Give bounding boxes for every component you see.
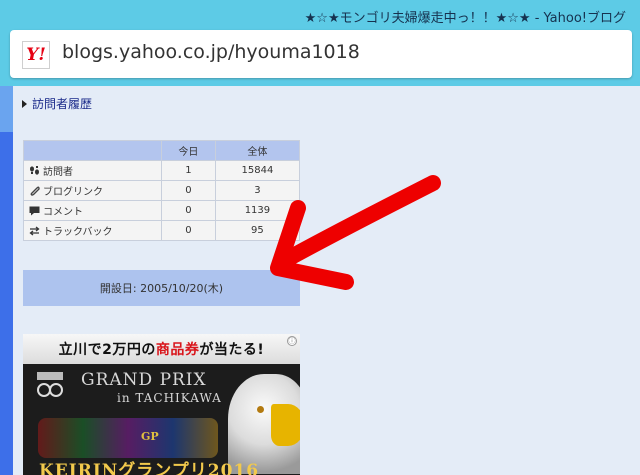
side-strip-highlight [0, 86, 13, 132]
row-today: 1 [161, 160, 216, 181]
visitor-history-link[interactable]: 訪問者履歴 [22, 95, 92, 112]
blog-page: 訪問者履歴 今日 全体 訪問者 1 15844 ブログリンク 0 3 コメント … [0, 86, 640, 475]
row-label: ブログリンク [23, 180, 162, 201]
row-today: 0 [161, 200, 216, 221]
eagle-eye [257, 406, 264, 413]
visitor-history-label: 訪問者履歴 [32, 97, 93, 111]
table-row: ブログリンク 0 3 [23, 180, 301, 201]
row-label: コメント [23, 200, 162, 221]
ad-info-icon[interactable]: ⓘ [287, 336, 297, 346]
browser-chrome: ★☆★モンゴリ夫婦爆走中っ！！★☆★ - Yahoo!ブログ Y! blogs.… [0, 0, 640, 86]
row-label: 訪問者 [23, 160, 162, 181]
column-header-today: 今日 [161, 140, 216, 161]
established-date: 開設日: 2005/10/20(木) [23, 270, 300, 306]
row-total: 1139 [214, 200, 301, 221]
ad-title: GRAND PRIX [81, 370, 207, 390]
table-row: 訪問者 1 15844 [23, 160, 301, 181]
row-today: 0 [161, 220, 216, 241]
side-strip [0, 86, 13, 475]
keirin-ad-banner[interactable]: 立川で2万円の 商品券 が当たる! ⓘ GRAND PRIX in TACHIKAW… [23, 334, 300, 475]
table-row: トラックバック 0 95 [23, 220, 301, 241]
table-row: コメント 0 1139 [23, 200, 301, 221]
row-label: トラックバック [23, 220, 162, 241]
column-header-blank [23, 140, 162, 161]
ad-subtitle: in TACHIKAWA [117, 391, 222, 405]
trackback-icon [29, 226, 40, 236]
cyclists-image [38, 418, 218, 458]
ad-event-title: KEIRINグランプリ2016 [39, 461, 260, 475]
row-total: 15844 [214, 160, 301, 181]
footprints-icon [29, 166, 40, 176]
table-header-row: 今日 全体 [23, 140, 301, 161]
yahoo-favicon-icon: Y! [22, 41, 50, 69]
row-total: 3 [214, 180, 301, 201]
triangle-right-icon [22, 99, 27, 108]
keirin-logo-icon [35, 370, 67, 400]
eagle-beak [271, 404, 300, 446]
url-text[interactable]: blogs.yahoo.co.jp/hyouma1018 [62, 41, 360, 63]
tab-title: ★☆★モンゴリ夫婦爆走中っ！！★☆★ - Yahoo!ブログ [304, 11, 626, 26]
visitor-stats-table: 今日 全体 訪問者 1 15844 ブログリンク 0 3 コメント 0 1139… [23, 140, 301, 241]
ad-headline-emphasis: 商品券 [155, 342, 200, 358]
ad-headline: 立川で2万円の 商品券 が当たる! [23, 334, 300, 364]
column-header-total: 全体 [214, 140, 301, 161]
comment-icon [29, 206, 40, 216]
row-today: 0 [161, 180, 216, 201]
row-total: 95 [214, 220, 301, 241]
address-bar[interactable]: Y! blogs.yahoo.co.jp/hyouma1018 [10, 30, 632, 78]
gp-mark: GP [141, 430, 159, 443]
paperclip-icon [29, 186, 40, 196]
